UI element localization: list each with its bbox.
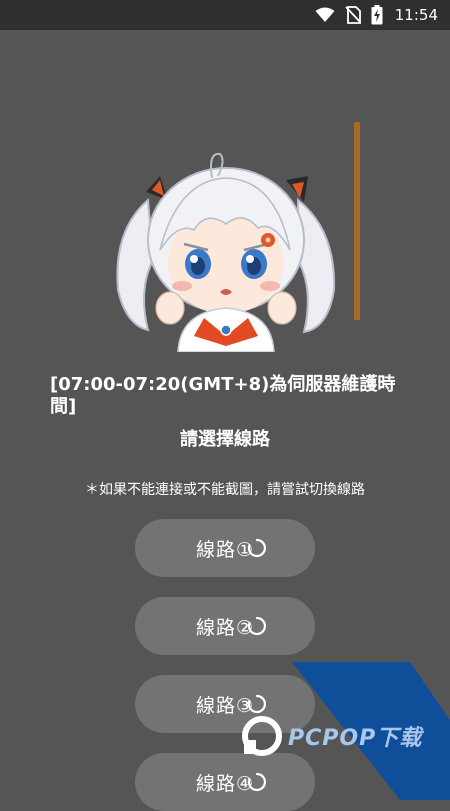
page-title: 請選擇線路 [180,429,270,450]
status-time: 11:54 [394,6,438,24]
wifi-icon [315,7,335,22]
status-icons: 11:54 [315,0,438,30]
battery-charging-icon [371,5,383,25]
line-button-2[interactable]: 線路② [135,597,315,655]
watermark-text: PCPOP下载 [288,726,423,751]
line-label: 線路② [195,616,255,639]
no-sim-icon [345,6,361,24]
vertical-accent-bar [354,122,360,320]
line-button-1[interactable]: 線路① [135,519,315,577]
hint-text: ＊如果不能連接或不能截圖，請嘗試切換線路 [85,482,365,498]
loading-spinner-icon [247,538,266,558]
line-label: 線路① [195,538,255,561]
status-bar: 11:54 [0,0,450,30]
maintenance-notice: [07:00-07:20(GMT+8)為伺服器維護時間] [50,374,396,417]
loading-spinner-icon [247,616,266,636]
mascot-illustration [116,152,336,352]
